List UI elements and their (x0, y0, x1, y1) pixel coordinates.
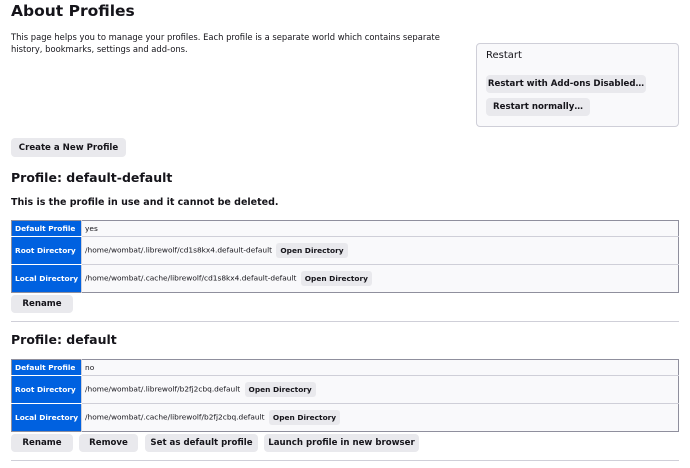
profile-info-table: Default Profile yes Root Directory /home… (11, 220, 679, 293)
rename-button[interactable]: Rename (11, 434, 73, 452)
set-default-profile-button[interactable]: Set as default profile (145, 434, 258, 452)
root-directory-row: Root Directory /home/wombat/.librewolf/b… (11, 375, 679, 404)
open-local-directory-button[interactable]: Open Directory (300, 271, 372, 286)
profile-title: Profile: default (11, 332, 117, 347)
root-directory-label: Root Directory (11, 236, 82, 265)
profile-in-use-note: This is the profile in use and it cannot… (11, 197, 279, 208)
default-profile-row: Default Profile yes (11, 220, 679, 237)
profile-separator (11, 460, 679, 461)
default-profile-row: Default Profile no (11, 359, 679, 376)
restart-normally-button[interactable]: Restart normally… (486, 98, 590, 116)
local-directory-label: Local Directory (11, 403, 82, 432)
local-directory-row: Local Directory /home/wombat/.cache/libr… (11, 264, 679, 293)
default-profile-value: yes (81, 220, 679, 237)
default-profile-label: Default Profile (11, 220, 82, 237)
root-directory-cell: /home/wombat/.librewolf/b2fj2cbq.default… (81, 375, 679, 404)
open-root-directory-button[interactable]: Open Directory (276, 243, 348, 258)
restart-heading: Restart (486, 50, 522, 61)
local-directory-path: /home/wombat/.cache/librewolf/cd1s8kx4.d… (85, 273, 297, 283)
root-directory-label: Root Directory (11, 375, 82, 404)
open-root-directory-button[interactable]: Open Directory (244, 382, 316, 397)
local-directory-cell: /home/wombat/.cache/librewolf/cd1s8kx4.d… (81, 264, 679, 293)
local-directory-label: Local Directory (11, 264, 82, 293)
about-profiles-page: About Profiles This page helps you to ma… (0, 0, 690, 468)
page-intro: This page helps you to manage your profi… (11, 32, 440, 54)
launch-profile-button[interactable]: Launch profile in new browser (264, 434, 419, 452)
root-directory-cell: /home/wombat/.librewolf/cd1s8kx4.default… (81, 236, 679, 265)
local-directory-path: /home/wombat/.cache/librewolf/b2fj2cbq.d… (85, 412, 265, 422)
profile-title: Profile: default-default (11, 170, 173, 185)
default-profile-value: no (81, 359, 679, 376)
root-directory-path: /home/wombat/.librewolf/cd1s8kx4.default… (85, 245, 273, 255)
open-local-directory-button[interactable]: Open Directory (268, 410, 341, 425)
rename-button[interactable]: Rename (11, 295, 73, 313)
restart-addons-disabled-button[interactable]: Restart with Add-ons Disabled… (486, 75, 646, 93)
root-directory-row: Root Directory /home/wombat/.librewolf/c… (11, 236, 679, 265)
local-directory-cell: /home/wombat/.cache/librewolf/b2fj2cbq.d… (81, 403, 679, 432)
page-title: About Profiles (11, 2, 135, 20)
profile-info-table: Default Profile no Root Directory /home/… (11, 359, 679, 432)
local-directory-row: Local Directory /home/wombat/.cache/libr… (11, 403, 679, 432)
default-profile-label: Default Profile (11, 359, 82, 376)
profile-separator (11, 321, 679, 322)
root-directory-path: /home/wombat/.librewolf/b2fj2cbq.default (85, 384, 241, 394)
remove-button[interactable]: Remove (79, 434, 138, 452)
restart-panel: Restart Restart with Add-ons Disabled… R… (476, 43, 679, 127)
create-profile-button[interactable]: Create a New Profile (11, 138, 126, 157)
